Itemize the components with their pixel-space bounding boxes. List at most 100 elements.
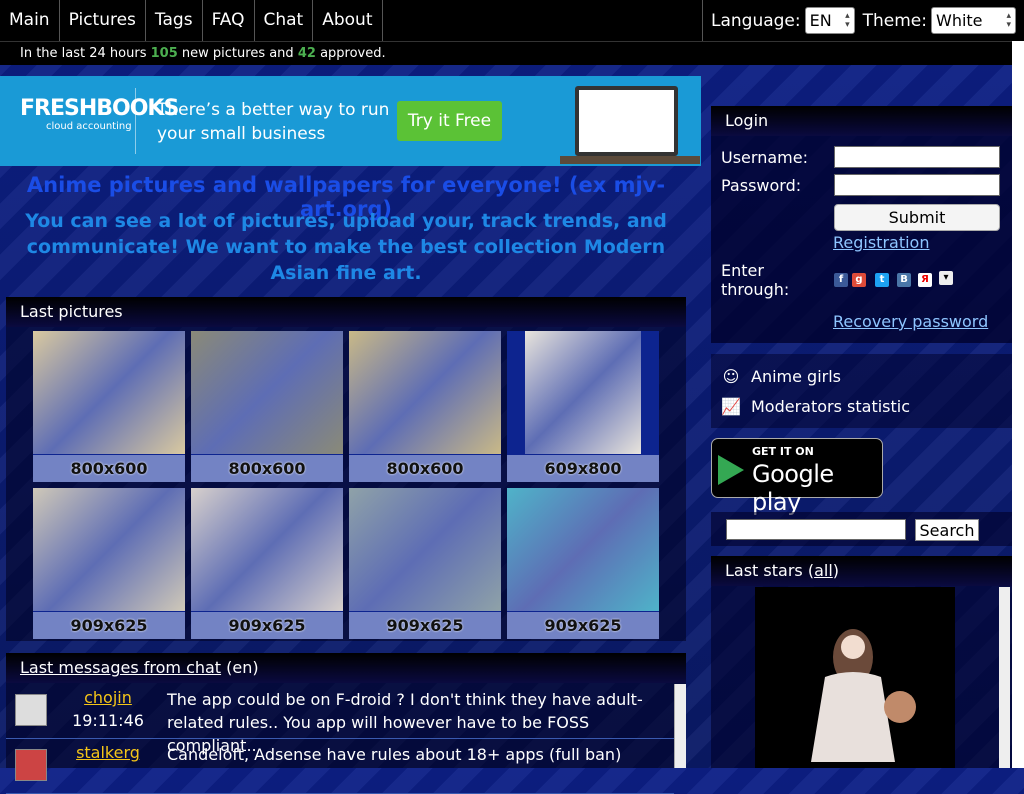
search-input[interactable] — [726, 519, 906, 540]
thumbnail-image — [33, 488, 185, 611]
nav-tags[interactable]: Tags — [146, 0, 203, 41]
top-bar: Main Pictures Tags FAQ Chat About Langua… — [0, 0, 1024, 41]
new-count: 105 — [150, 46, 178, 61]
ad-tagline: There’s a better way to run your small b… — [157, 98, 389, 146]
recovery-link[interactable]: Recovery password — [833, 312, 988, 331]
thumbnail-image — [33, 331, 185, 454]
login-panel: Login Username: Password: Submit Registr… — [711, 106, 1012, 343]
spinner-icon: ▴ ▾ — [1006, 10, 1011, 30]
language-value: EN — [809, 11, 832, 30]
nav-chat[interactable]: Chat — [255, 0, 314, 41]
nav-faq[interactable]: FAQ — [203, 0, 255, 41]
language-select[interactable]: EN ▴ ▾ — [804, 7, 855, 34]
submit-button[interactable]: Submit — [834, 204, 1000, 231]
chat-username[interactable]: chojin — [58, 688, 158, 707]
stats-text: approved. — [320, 46, 386, 61]
enter-line-1: Enter — [721, 261, 764, 280]
twitter-icon[interactable]: t — [875, 273, 889, 287]
thumbnail-image — [349, 488, 501, 611]
thumbnail-size: 800x600 — [349, 455, 501, 482]
more-dropdown-icon[interactable]: ▾ — [939, 271, 953, 285]
nav-main[interactable]: Main — [0, 0, 60, 41]
ad-tagline-1: There’s a better way to run — [157, 100, 390, 120]
search-button[interactable]: Search — [915, 519, 979, 541]
freshbooks-logo: FRESHBOOKS cloud accounting — [20, 96, 179, 132]
desk-image — [560, 156, 700, 164]
enter-line-2: through: — [721, 280, 790, 299]
chat-lang: (en) — [226, 658, 259, 677]
enter-through-label: Enter through: — [721, 261, 789, 299]
thumbnail-image — [191, 331, 343, 454]
yandex-icon[interactable]: Я — [918, 273, 932, 287]
google-play-badge[interactable]: GET IT ON Google play — [711, 438, 883, 516]
avatar[interactable] — [15, 749, 47, 781]
ad-divider — [135, 88, 136, 154]
page-subtitle: You can see a lot of pictures, upload yo… — [25, 210, 667, 284]
thumbnail-size: 909x625 — [507, 612, 659, 639]
chat-header: Last messages from chat (en) — [6, 653, 686, 683]
picture-thumbnail[interactable]: 609x800 — [507, 331, 659, 482]
laptop-image — [575, 86, 678, 156]
gplay-line-2: Google play — [752, 460, 834, 516]
thumbnail-image — [525, 331, 641, 454]
picture-thumbnail[interactable]: 909x625 — [33, 488, 185, 639]
username-label: Username: — [721, 148, 808, 167]
username-field[interactable] — [834, 146, 1000, 168]
picture-thumbnail[interactable]: 800x600 — [191, 331, 343, 482]
star-picture[interactable] — [755, 587, 955, 768]
thumbnail-size: 909x625 — [33, 612, 185, 639]
facebook-icon[interactable]: f — [834, 273, 848, 287]
login-header: Login — [711, 106, 1012, 136]
menu-item-anime-girls[interactable]: ☺ Anime girls — [721, 365, 841, 389]
try-free-button[interactable]: Try it Free — [397, 101, 502, 141]
picture-thumbnail[interactable]: 909x625 — [349, 488, 501, 639]
stats-text: new pictures and — [181, 46, 294, 61]
chat-time: 19:11:46 — [72, 711, 144, 730]
registration-link[interactable]: Registration — [833, 233, 929, 252]
last-stars-panel: Last stars (all) — [711, 556, 1012, 768]
gplay-line-1: GET IT ON — [752, 445, 814, 458]
chat-message: stalkerg Candeloft, Adsense have rules a… — [6, 739, 674, 794]
girl-icon: ☺ — [722, 367, 740, 386]
thumbnail-image — [349, 331, 501, 454]
thumbnail-size: 609x800 — [507, 455, 659, 482]
thumbnail-image — [191, 488, 343, 611]
ad-tagline-2: your small business — [157, 124, 326, 144]
chat-title-link[interactable]: Last messages from chat — [20, 658, 221, 677]
star-picture-art — [811, 629, 916, 762]
thumbnail-size: 800x600 — [191, 455, 343, 482]
stats-bar: In the last 24 hours 105 new pictures an… — [0, 41, 1012, 65]
chat-username[interactable]: stalkerg — [58, 743, 158, 762]
chat-scrollbar[interactable] — [674, 684, 686, 768]
menu-label: Moderators statistic — [751, 397, 911, 416]
nav-about[interactable]: About — [313, 0, 383, 41]
spinner-icon: ▴ ▾ — [845, 10, 850, 30]
stars-all-link[interactable]: all — [814, 561, 833, 580]
google-icon[interactable]: g — [852, 273, 866, 287]
picture-thumbnail[interactable]: 909x625 — [507, 488, 659, 639]
play-icon — [718, 455, 744, 485]
search-box: Search — [711, 512, 1012, 546]
picture-thumbnail[interactable]: 800x600 — [349, 331, 501, 482]
chat-message: chojin 19:11:46 The app could be on F-dr… — [6, 684, 674, 755]
vk-icon[interactable]: B — [897, 273, 911, 287]
ad-brand: FRESHBOOKS — [20, 96, 179, 121]
menu-item-moderators[interactable]: 📈 Moderators statistic — [721, 395, 910, 419]
chat-panel: Last messages from chat (en) chojin 19:1… — [6, 653, 686, 794]
password-field[interactable] — [834, 174, 1000, 196]
language-label: Language: — [711, 10, 801, 31]
menu-label: Anime girls — [751, 367, 842, 386]
page-scrollbar[interactable] — [1012, 41, 1024, 768]
ad-banner[interactable]: FRESHBOOKS cloud accounting There’s a be… — [0, 76, 701, 166]
theme-value: White — [936, 11, 983, 30]
avatar[interactable] — [15, 694, 47, 726]
picture-thumbnail[interactable]: 800x600 — [33, 331, 185, 482]
thumbnail-image — [507, 488, 659, 611]
theme-select[interactable]: White ▴ ▾ — [931, 7, 1016, 34]
picture-thumbnail[interactable]: 909x625 — [191, 488, 343, 639]
nav-pictures[interactable]: Pictures — [60, 0, 146, 41]
stars-scrollbar[interactable] — [999, 587, 1010, 768]
password-label: Password: — [721, 176, 802, 195]
last-pictures-header: Last pictures — [6, 297, 686, 327]
main-nav: Main Pictures Tags FAQ Chat About — [0, 0, 383, 41]
